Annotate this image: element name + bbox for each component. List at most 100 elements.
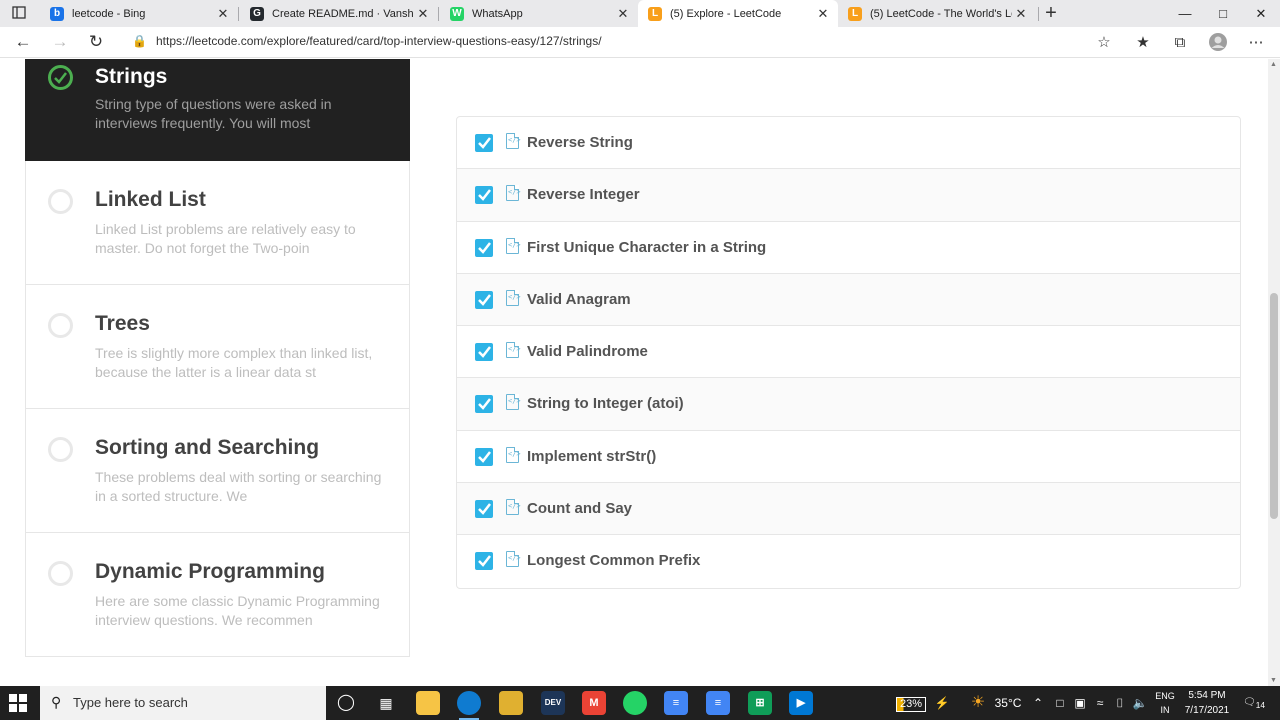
chapter-card-4[interactable]: Dynamic Programming Here are some classic…	[25, 533, 410, 657]
edge-icon[interactable]	[457, 691, 481, 720]
scroll-thumb[interactable]	[1270, 293, 1278, 519]
checkbox-checked-icon[interactable]	[475, 552, 493, 571]
minimize-button[interactable]: —	[1166, 0, 1204, 27]
close-window-button[interactable]: ✕	[1242, 0, 1280, 27]
gmail-icon[interactable]: M	[582, 691, 606, 715]
code-document-icon: </>	[506, 289, 521, 306]
problem-row[interactable]: </> First Unique Character in a String	[457, 222, 1240, 274]
chapter-card-3[interactable]: Sorting and Searching These problems deal…	[25, 409, 410, 533]
tab-1[interactable]: G Create README.md · VanshikaBa✕	[240, 0, 438, 27]
display-icon[interactable]: ▣	[1072, 686, 1088, 720]
maximize-button[interactable]: □	[1204, 0, 1242, 27]
tab-actions-icon[interactable]	[8, 4, 30, 22]
dev-icon[interactable]: DEV	[541, 691, 565, 715]
refresh-button[interactable]: ↻	[84, 30, 108, 54]
problem-name[interactable]: Valid Anagram	[527, 291, 631, 308]
weather-temp[interactable]: 35°C	[992, 686, 1024, 720]
settings-more-icon[interactable]: ⋯	[1245, 32, 1267, 54]
problem-row[interactable]: </> Implement strStr()	[457, 431, 1240, 484]
scroll-up-icon[interactable]: ▲	[1270, 61, 1277, 68]
add-favorite-icon[interactable]: ☆	[1093, 32, 1115, 54]
tab-0[interactable]: b leetcode - Bing ✕	[40, 0, 238, 27]
cortana-icon[interactable]: ◯	[334, 691, 358, 715]
taskbar-search[interactable]: ⚲ Type here to search	[40, 686, 326, 720]
chapter-description: String type of questions were asked in i…	[95, 96, 332, 131]
network-icon[interactable]: ⌷	[1112, 686, 1128, 720]
problem-row[interactable]: </> Valid Palindrome	[457, 326, 1240, 379]
profile-avatar[interactable]	[1207, 32, 1229, 54]
problem-list: </> Reverse String </> Reverse Integer </> Fi…	[456, 116, 1241, 589]
favorites-icon[interactable]: ★	[1132, 32, 1154, 54]
chapter-card-0[interactable]: Strings String type of questions were ask…	[25, 59, 410, 161]
notification-center-icon[interactable]: 🗨14	[1242, 686, 1266, 720]
lock-icon[interactable]: 🔒	[132, 34, 147, 48]
tab-title: (5) LeetCode - The World's Leadi	[870, 7, 1012, 20]
collections-icon[interactable]: ⧉	[1169, 32, 1191, 54]
chapter-description: Linked List problems are relatively easy…	[95, 221, 356, 256]
close-tab-icon[interactable]: ✕	[414, 6, 432, 22]
problem-name[interactable]: First Unique Character in a String	[527, 239, 766, 256]
checkbox-checked-icon[interactable]	[475, 134, 493, 152]
battery-indicator[interactable]: 23%	[890, 686, 932, 720]
problem-name[interactable]: Implement strStr()	[527, 448, 656, 465]
tab-3[interactable]: L (5) Explore - LeetCode ✕	[638, 0, 838, 27]
whatsapp-app-icon[interactable]	[623, 691, 647, 715]
language-indicator[interactable]: ENG IN	[1152, 689, 1178, 717]
chevron-up-icon[interactable]: ⌃	[1030, 686, 1046, 720]
checkbox-checked-icon[interactable]	[475, 290, 493, 309]
close-tab-icon[interactable]: ✕	[814, 6, 832, 22]
page-scrollbar[interactable]: ▲ ▼	[1268, 59, 1280, 686]
docs-icon[interactable]: ≡	[664, 691, 688, 715]
checkbox-checked-icon[interactable]	[475, 447, 493, 466]
tab-2[interactable]: W WhatsApp ✕	[440, 0, 638, 27]
system-clock[interactable]: 5:54 PM 7/17/2021	[1178, 688, 1236, 718]
text-fade	[289, 626, 409, 656]
docs-icon-2[interactable]: ≡	[706, 691, 730, 715]
checkbox-checked-icon[interactable]	[475, 186, 493, 205]
weather-sun-icon[interactable]: ☀	[966, 686, 990, 720]
chapter-title: Linked List	[95, 188, 206, 211]
chapter-card-1[interactable]: Linked List Linked List problems are rela…	[25, 161, 410, 285]
problem-row[interactable]: </> Reverse String	[457, 117, 1240, 170]
sheets-icon[interactable]: ⊞	[748, 691, 772, 715]
meet-now-icon[interactable]: □	[1052, 686, 1068, 720]
forward-button[interactable]: →	[48, 30, 72, 54]
browser-toolbar: ← → ↻ 🔒 https://leetcode.com/explore/fea…	[0, 27, 1280, 58]
checkbox-checked-icon[interactable]	[475, 395, 493, 414]
problem-row[interactable]: </> Reverse Integer	[457, 169, 1240, 222]
address-bar[interactable]: 🔒 https://leetcode.com/explore/featured/…	[120, 29, 1120, 55]
problem-name[interactable]: Valid Palindrome	[527, 343, 648, 360]
windows-start-icon[interactable]	[8, 693, 28, 713]
checkbox-checked-icon[interactable]	[475, 343, 493, 362]
code-document-icon: </>	[506, 551, 521, 568]
store-icon[interactable]	[499, 691, 523, 715]
scroll-down-icon[interactable]: ▼	[1270, 677, 1277, 684]
problem-row[interactable]: </> String to Integer (atoi)	[457, 378, 1240, 431]
problem-row[interactable]: </> Count and Say	[457, 483, 1240, 536]
checkbox-checked-icon[interactable]	[475, 238, 493, 257]
wifi-icon[interactable]: ≈	[1092, 686, 1108, 720]
leetcode-icon: L	[848, 6, 862, 21]
tab-4[interactable]: L (5) LeetCode - The World's Leadi✕	[838, 0, 1036, 27]
url-text[interactable]: https://leetcode.com/explore/featured/ca…	[156, 34, 602, 48]
close-tab-icon[interactable]: ✕	[614, 6, 632, 22]
problem-name[interactable]: Reverse Integer	[527, 186, 640, 203]
back-button[interactable]: ←	[11, 30, 35, 54]
status-circle-icon	[48, 313, 73, 338]
problem-row[interactable]: </> Valid Anagram	[457, 273, 1240, 327]
file-explorer-icon[interactable]	[416, 691, 440, 715]
tab-separator	[238, 7, 239, 21]
close-tab-icon[interactable]: ✕	[1012, 6, 1030, 22]
new-tab-button[interactable]: +	[1040, 3, 1062, 25]
problem-name[interactable]: String to Integer (atoi)	[527, 395, 684, 412]
problem-row[interactable]: </> Longest Common Prefix	[457, 535, 1240, 587]
problem-name[interactable]: Longest Common Prefix	[527, 552, 700, 569]
media-icon[interactable]: ▶	[789, 691, 813, 715]
problem-name[interactable]: Reverse String	[527, 134, 633, 151]
problem-name[interactable]: Count and Say	[527, 500, 632, 517]
chapter-card-2[interactable]: Trees Tree is slightly more complex than …	[25, 285, 410, 409]
volume-icon[interactable]: 🔈	[1132, 686, 1148, 720]
close-tab-icon[interactable]: ✕	[214, 6, 232, 22]
task-view-icon[interactable]: ▦	[374, 691, 398, 715]
checkbox-checked-icon[interactable]	[475, 500, 493, 519]
